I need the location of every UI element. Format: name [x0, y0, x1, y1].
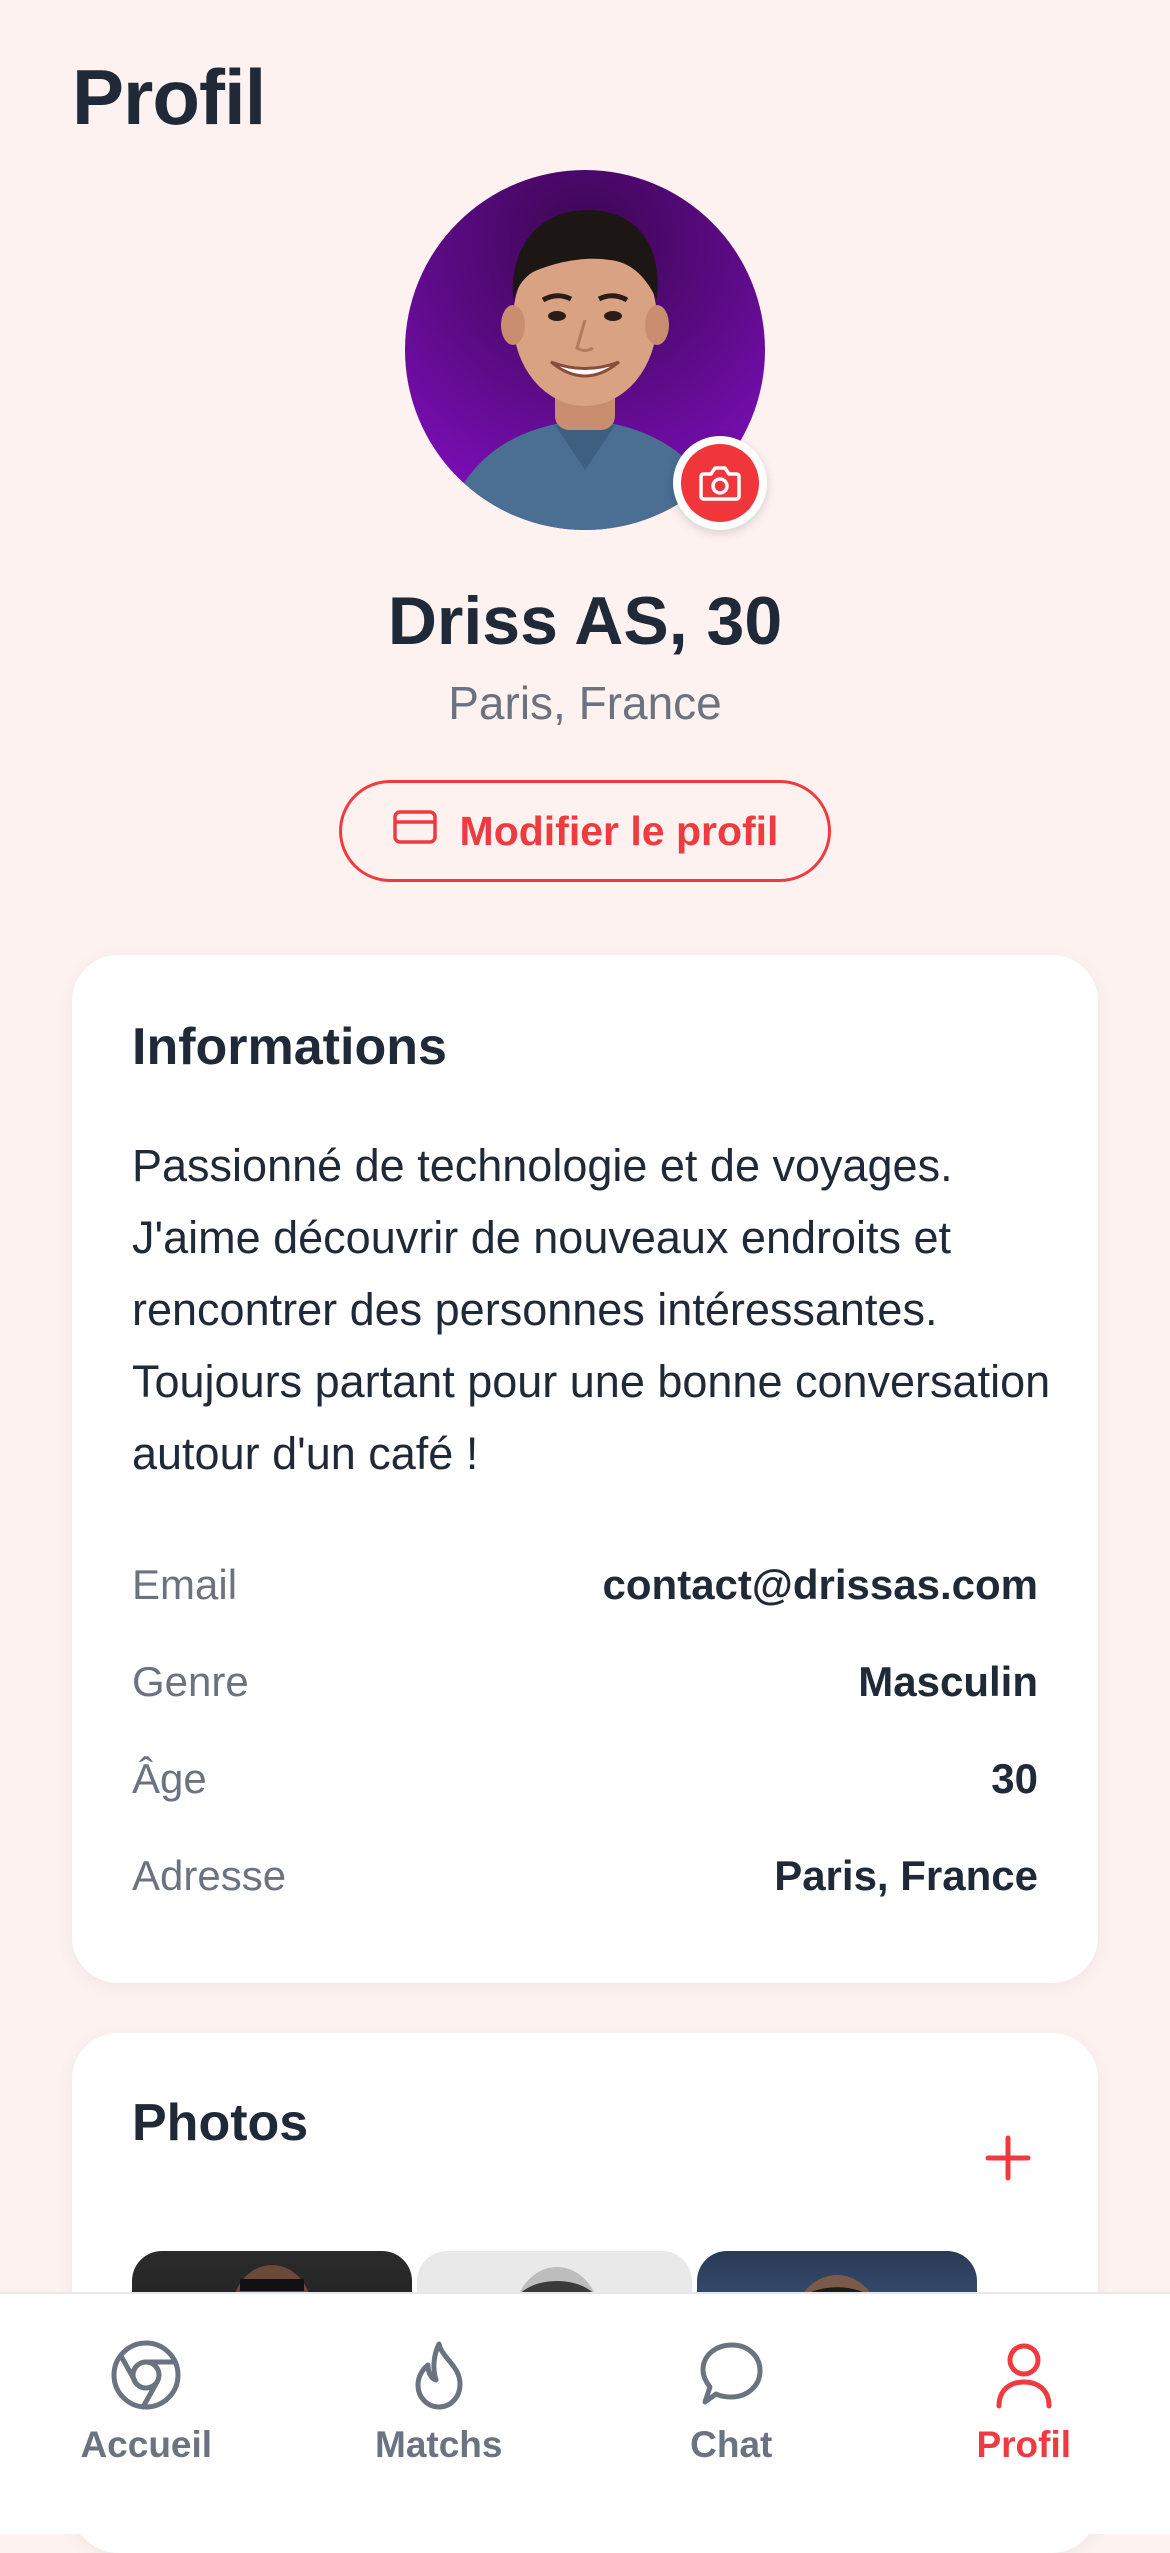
info-label: Email [132, 1561, 237, 1609]
add-photo-button[interactable] [978, 2128, 1038, 2188]
info-value: Masculin [858, 1658, 1038, 1706]
photos-card-title: Photos [132, 2093, 308, 2153]
nav-label: Matchs [375, 2424, 502, 2466]
bottom-navigation: Accueil Matchs Chat Profil [0, 2292, 1170, 2534]
info-value: Paris, France [774, 1852, 1038, 1900]
info-card-title: Informations [132, 1017, 447, 1077]
chat-bubble-icon [694, 2338, 768, 2412]
nav-item-accueil[interactable]: Accueil [0, 2294, 293, 2534]
nav-label: Profil [976, 2424, 1071, 2466]
change-photo-button[interactable] [673, 436, 767, 530]
chrome-icon [109, 2338, 183, 2412]
info-value: 30 [991, 1755, 1038, 1803]
flame-icon [402, 2338, 476, 2412]
nav-label: Accueil [80, 2424, 212, 2466]
info-label: Âge [132, 1755, 207, 1803]
nav-label: Chat [690, 2424, 772, 2466]
info-label: Adresse [132, 1852, 286, 1900]
profile-name: Driss AS, 30 [0, 582, 1170, 660]
info-label: Genre [132, 1658, 249, 1706]
bio-text: Passionné de technologie et de voyages. … [132, 1130, 1052, 1490]
nav-item-profil[interactable]: Profil [878, 2294, 1170, 2534]
info-row-email: Email contact@drissas.com [132, 1555, 1038, 1615]
info-row-genre: Genre Masculin [132, 1652, 1038, 1712]
info-row-address: Adresse Paris, France [132, 1846, 1038, 1906]
card-icon [392, 808, 438, 855]
avatar-container[interactable] [405, 170, 765, 530]
edit-profile-button[interactable]: Modifier le profil [339, 780, 831, 882]
info-card: Informations Passionné de technologie et… [72, 955, 1098, 1983]
profile-location: Paris, France [0, 676, 1170, 730]
user-icon [987, 2338, 1061, 2412]
nav-item-matchs[interactable]: Matchs [293, 2294, 586, 2534]
plus-icon [978, 2128, 1038, 2188]
nav-item-chat[interactable]: Chat [585, 2294, 878, 2534]
camera-icon [681, 444, 759, 522]
edit-profile-label: Modifier le profil [460, 808, 779, 855]
info-value: contact@drissas.com [603, 1561, 1038, 1609]
page-title: Profil [72, 52, 265, 143]
info-row-age: Âge 30 [132, 1749, 1038, 1809]
